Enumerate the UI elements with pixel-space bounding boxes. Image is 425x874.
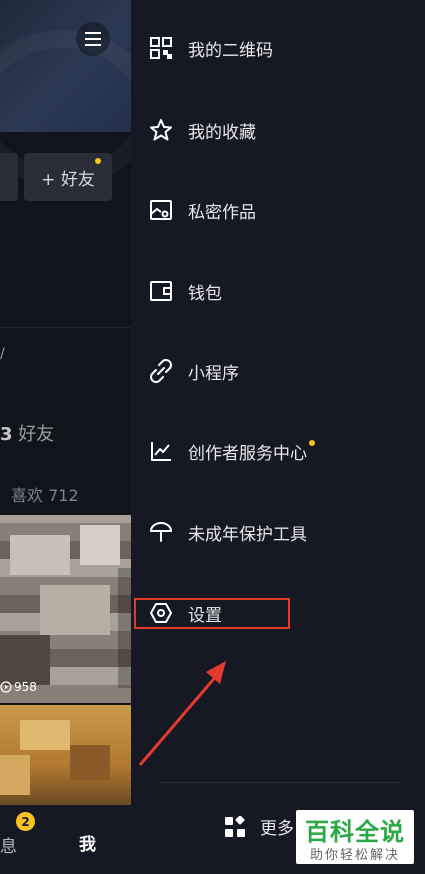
hamburger-icon bbox=[85, 32, 101, 46]
private-works-icon bbox=[147, 196, 175, 224]
more-label: 更多 bbox=[260, 819, 294, 839]
wallet-icon bbox=[147, 277, 175, 305]
menu-item-creator-center[interactable]: 创作者服务中心 bbox=[147, 431, 407, 471]
friends-label: 好友 bbox=[18, 424, 55, 445]
nav-messages[interactable]: 息 bbox=[0, 832, 17, 857]
tab-likes[interactable]: 喜欢 712 bbox=[11, 482, 79, 506]
menu-item-label: 我的二维码 bbox=[188, 40, 273, 61]
friends-count: 3 bbox=[0, 424, 13, 445]
bio-fragment: / bbox=[0, 346, 5, 362]
menu-item-label: 私密作品 bbox=[188, 202, 256, 223]
mosaic-block bbox=[0, 635, 50, 685]
mosaic-block bbox=[10, 535, 70, 575]
mosaic-block bbox=[20, 720, 70, 750]
notify-dot bbox=[309, 440, 315, 446]
menu-item-label: 我的收藏 bbox=[188, 122, 256, 143]
qr-code-icon bbox=[147, 34, 175, 62]
menu-item-label: 未成年保护工具 bbox=[188, 524, 307, 545]
mosaic-block bbox=[80, 525, 120, 565]
menu-button[interactable] bbox=[76, 22, 110, 56]
view-count: 958 bbox=[0, 680, 37, 694]
view-count-value: 958 bbox=[14, 680, 37, 694]
side-drawer: 我的二维码 我的收藏 私密作品 钱包 小程序 创作者服务中心 未成年保护工具 设… bbox=[131, 0, 425, 874]
mosaic-block bbox=[0, 755, 30, 795]
watermark-subtitle: 助你轻松解决 bbox=[309, 848, 400, 863]
divider bbox=[0, 327, 131, 328]
menu-item-label: 钱包 bbox=[188, 283, 222, 304]
menu-item-private-works[interactable]: 私密作品 bbox=[147, 190, 407, 230]
menu-item-mini-program[interactable]: 小程序 bbox=[147, 351, 407, 391]
mosaic-block bbox=[40, 585, 110, 635]
umbrella-icon bbox=[147, 518, 175, 546]
more-button[interactable]: 更多 bbox=[224, 814, 294, 839]
drawer-divider bbox=[160, 782, 400, 783]
play-outline-icon bbox=[0, 681, 12, 693]
friends-stat[interactable]: 3 好友 bbox=[0, 420, 54, 446]
scroll-shadow bbox=[118, 568, 131, 688]
mini-program-icon bbox=[147, 357, 175, 385]
mosaic-block bbox=[70, 745, 110, 780]
menu-item-qr-code[interactable]: 我的二维码 bbox=[147, 28, 407, 68]
chart-icon bbox=[147, 437, 175, 465]
watermark-logo: 百科全说 助你轻松解决 bbox=[296, 810, 414, 864]
edit-profile-button[interactable] bbox=[0, 153, 18, 201]
menu-item-minor-protection[interactable]: 未成年保护工具 bbox=[147, 512, 407, 552]
profile-page-dimmed[interactable]: + 好友 / 3 好友 喜欢 712 958 息 2 我 bbox=[0, 0, 131, 874]
menu-item-favorites[interactable]: 我的收藏 bbox=[147, 110, 407, 150]
apps-icon bbox=[225, 815, 245, 837]
nav-me[interactable]: 我 bbox=[79, 830, 96, 855]
notify-dot bbox=[95, 158, 101, 164]
menu-item-label: 小程序 bbox=[188, 363, 239, 384]
settings-highlight-box bbox=[134, 598, 290, 629]
video-thumbnail[interactable] bbox=[0, 515, 131, 703]
watermark-title: 百科全说 bbox=[305, 818, 405, 846]
message-badge: 2 bbox=[16, 812, 35, 831]
profile-cover-image bbox=[0, 0, 131, 186]
star-icon bbox=[147, 116, 175, 144]
video-thumbnail[interactable] bbox=[0, 705, 131, 805]
add-friend-label: + 好友 bbox=[41, 169, 95, 190]
menu-item-wallet[interactable]: 钱包 bbox=[147, 271, 407, 311]
menu-item-label: 创作者服务中心 bbox=[188, 443, 307, 464]
